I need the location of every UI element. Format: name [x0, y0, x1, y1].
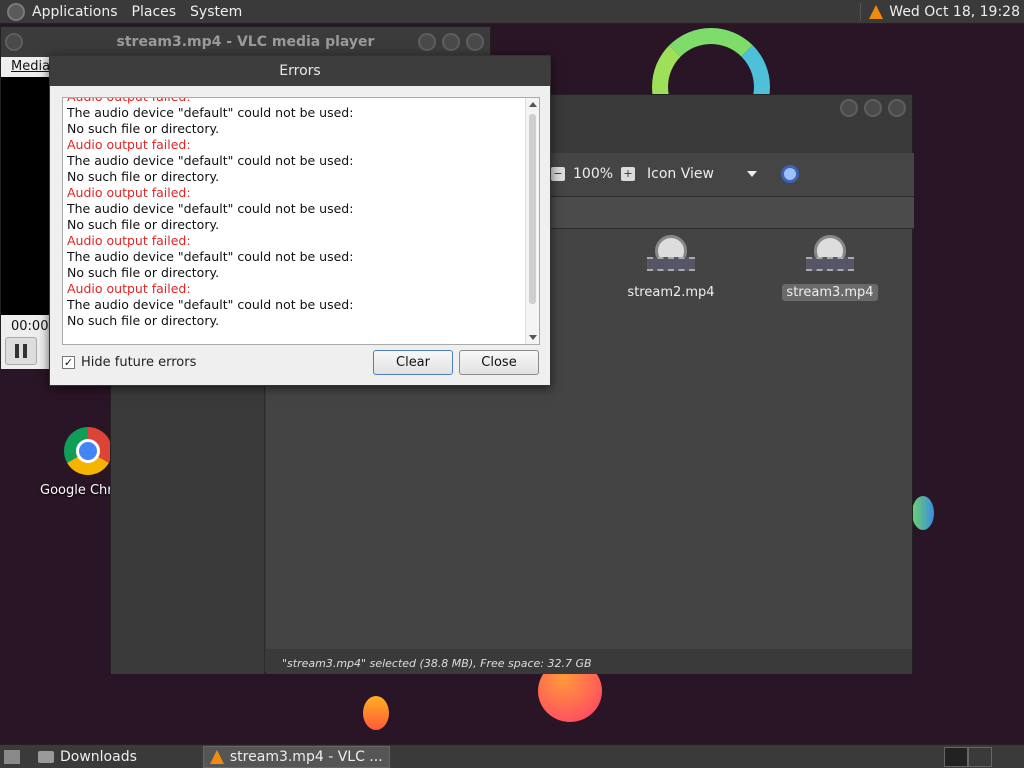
log-line: No such file or directory. [67, 169, 220, 184]
close-icon[interactable] [466, 33, 484, 51]
panel-separator [860, 3, 862, 21]
task-label: Downloads [60, 748, 137, 765]
view-mode-select[interactable]: Icon View [647, 166, 739, 182]
chrome-icon [64, 427, 112, 475]
file-name: stream2.mp4 [627, 285, 715, 300]
error-line: Audio output failed: [67, 233, 191, 248]
wallpaper-blob-small [363, 696, 389, 730]
minimize-icon[interactable] [418, 33, 436, 51]
pause-button[interactable] [5, 337, 37, 365]
zoom-out-icon[interactable]: − [551, 167, 565, 181]
error-line: Audio output failed: [67, 281, 191, 296]
taskbar-item-vlc[interactable]: stream3.mp4 - VLC ... [202, 745, 390, 768]
workspace-2[interactable] [968, 747, 992, 767]
scroll-down-icon[interactable] [529, 335, 537, 340]
error-line: Audio output failed: [67, 137, 191, 152]
hide-future-checkbox[interactable]: ✓ [62, 356, 75, 369]
minimize-icon[interactable] [840, 99, 858, 117]
log-line: The audio device "default" could not be … [67, 201, 354, 216]
error-line: Audio output failed: [67, 98, 353, 105]
folder-icon [38, 750, 54, 763]
vlc-titlebar[interactable]: stream3.mp4 - VLC media player [1, 27, 490, 57]
menu-media[interactable]: Media [11, 59, 50, 74]
menu-applications[interactable]: Applications [25, 4, 125, 20]
chevron-down-icon[interactable] [747, 171, 758, 177]
elapsed-time: 00:00 [11, 319, 49, 334]
vlc-tray-icon[interactable] [869, 5, 884, 19]
status-bar: "stream3.mp4" selected (38.8 MB), Free s… [266, 649, 912, 674]
workspace-1[interactable] [944, 747, 968, 767]
video-file-icon [806, 235, 854, 277]
clock[interactable]: Wed Oct 18, 19:28 [889, 4, 1020, 20]
error-log-lines: Audio output failed:The audio device "de… [67, 98, 354, 329]
clear-button[interactable]: Clear [373, 350, 453, 375]
menu-system[interactable]: System [183, 4, 249, 20]
zoom-level: 100% [573, 166, 614, 182]
log-line: The audio device "default" could not be … [67, 249, 354, 264]
desktop-icon-chrome[interactable]: Google Chr [40, 427, 120, 498]
vlc-icon [209, 749, 224, 764]
log-line: The audio device "default" could not be … [67, 297, 354, 312]
errors-dialog: Errors Audio output failed:The audio dev… [49, 55, 551, 386]
error-log[interactable]: Audio output failed:The audio device "de… [62, 97, 540, 345]
scroll-thumb[interactable] [529, 114, 536, 304]
search-icon[interactable] [781, 165, 800, 183]
show-desktop-icon[interactable] [4, 749, 20, 764]
log-line: No such file or directory. [67, 313, 220, 328]
file-name: stream3.mp4 [782, 284, 878, 301]
maximize-icon[interactable] [442, 33, 460, 51]
desktop-icon-label: Google Chr [40, 483, 113, 498]
scroll-up-icon[interactable] [529, 102, 537, 107]
close-button[interactable]: Close [459, 350, 539, 375]
menu-places[interactable]: Places [125, 4, 184, 20]
dialog-title: Errors [279, 63, 321, 79]
close-icon[interactable] [888, 99, 906, 117]
window-menu-icon[interactable] [5, 33, 23, 51]
file-item[interactable]: stream2.mp4 [623, 235, 719, 300]
wallpaper-blob-blue [912, 496, 934, 530]
scrollbar[interactable] [525, 98, 539, 344]
workspace-switcher[interactable] [944, 747, 992, 767]
log-line: No such file or directory. [67, 217, 220, 232]
errors-titlebar[interactable]: Errors [50, 56, 550, 86]
vlc-title: stream3.mp4 - VLC media player [116, 34, 375, 50]
log-line: The audio device "default" could not be … [67, 105, 354, 120]
taskbar-item-downloads[interactable]: Downloads [32, 746, 143, 768]
zoom-in-icon[interactable]: + [621, 167, 636, 181]
distro-logo-icon[interactable] [7, 2, 25, 21]
zoom-controls: − 100% + Icon View [551, 165, 800, 183]
log-line: No such file or directory. [67, 265, 220, 280]
maximize-icon[interactable] [864, 99, 882, 117]
error-line: Audio output failed: [67, 185, 191, 200]
file-item-selected[interactable]: stream3.mp4 [782, 235, 878, 301]
hide-future-errors[interactable]: ✓ Hide future errors [62, 355, 196, 370]
video-file-icon [647, 235, 695, 277]
bottom-panel: Downloads stream3.mp4 - VLC ... [0, 744, 1024, 768]
log-line: The audio device "default" could not be … [67, 153, 354, 168]
top-panel: Applications Places System Wed Oct 18, 1… [0, 0, 1024, 24]
task-label: stream3.mp4 - VLC ... [229, 748, 383, 765]
log-line: No such file or directory. [67, 121, 220, 136]
hide-future-label: Hide future errors [81, 355, 197, 370]
